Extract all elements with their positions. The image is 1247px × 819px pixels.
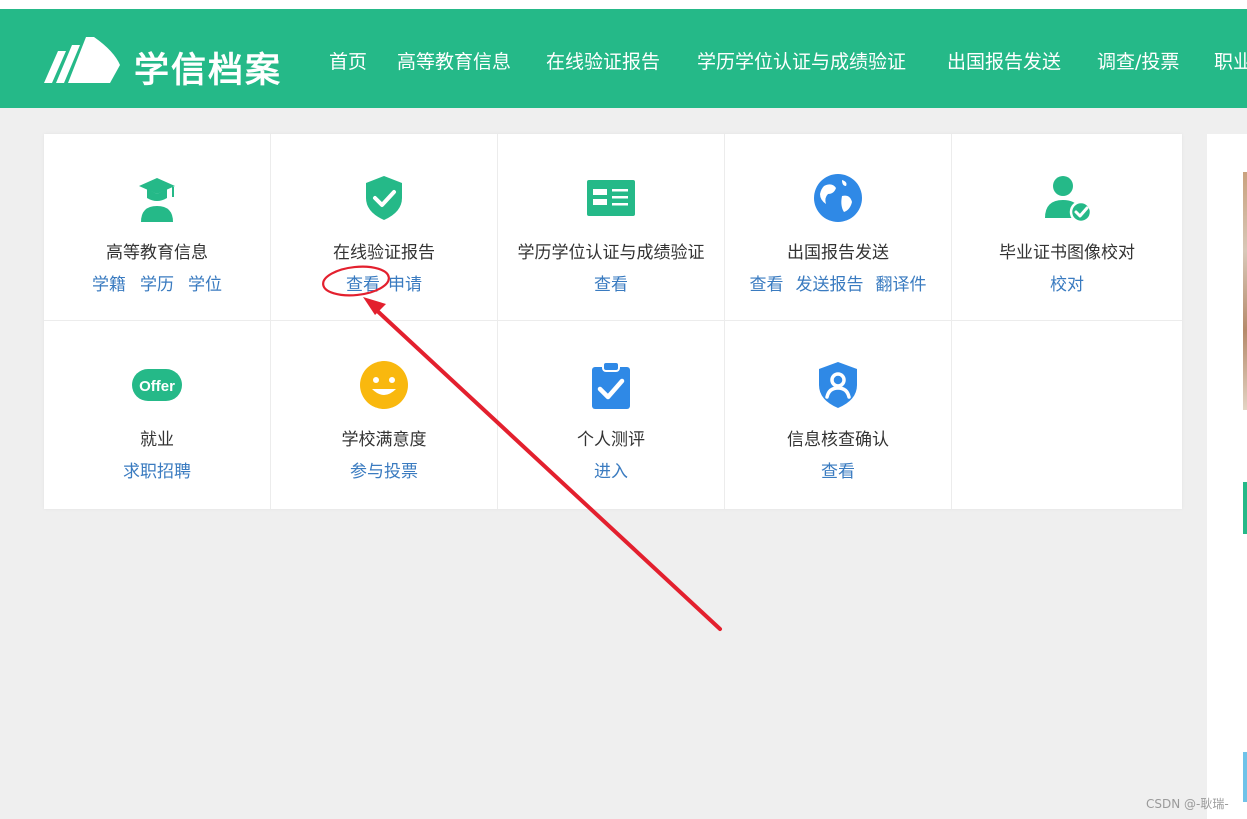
service-title: 就业 — [140, 430, 174, 450]
service-title: 毕业证书图像校对 — [999, 243, 1135, 263]
smiley-icon — [360, 361, 408, 409]
service-title: 学历学位认证与成绩验证 — [517, 243, 705, 263]
brand-title[interactable]: 学信档案 — [134, 42, 282, 93]
service-title: 出国报告发送 — [787, 243, 889, 263]
link-proofread[interactable]: 校对 — [1050, 275, 1084, 295]
service-title: 信息核查确认 — [787, 430, 889, 450]
user-check-icon — [1045, 176, 1093, 224]
offer-icon: Offer — [132, 369, 182, 401]
id-card-icon — [587, 180, 635, 216]
side-banner-image[interactable] — [1243, 172, 1247, 410]
nav-degree-certification[interactable]: 学历学位认证与成绩验证 — [697, 47, 906, 74]
link-view-certification[interactable]: 查看 — [594, 275, 628, 295]
clipboard-check-icon — [592, 361, 630, 409]
service-title: 在线验证报告 — [333, 243, 435, 263]
globe-icon — [814, 174, 862, 222]
shield-check-icon — [366, 176, 402, 220]
graduate-icon — [139, 178, 175, 222]
link-education[interactable]: 学历 — [140, 275, 174, 295]
service-personal-assessment: 个人测评 进入 — [498, 321, 725, 509]
service-school-satisfaction: 学校满意度 参与投票 — [271, 321, 498, 509]
link-apply-report[interactable]: 申请 — [388, 275, 422, 295]
service-abroad-report: 出国报告发送 查看 发送报告 翻译件 — [725, 134, 952, 321]
side-accent-bar — [1243, 482, 1247, 534]
service-online-verification: 在线验证报告 查看 申请 — [271, 134, 498, 321]
link-status[interactable]: 学籍 — [92, 275, 126, 295]
navbar: 学信档案 首页 高等教育信息 在线验证报告 学历学位认证与成绩验证 出国报告发送… — [0, 9, 1247, 108]
svg-text:Offer: Offer — [139, 378, 175, 395]
side-floating-button[interactable] — [1243, 752, 1247, 802]
nav-abroad-report[interactable]: 出国报告发送 — [947, 47, 1061, 74]
service-certificate-image: 毕业证书图像校对 校对 — [952, 134, 1182, 321]
nav-home[interactable]: 首页 — [329, 47, 367, 74]
logo-icon — [44, 37, 120, 83]
nav-online-verification[interactable]: 在线验证报告 — [546, 47, 660, 74]
service-info-confirmation: 信息核查确认 查看 — [725, 321, 952, 509]
service-title: 高等教育信息 — [106, 243, 208, 263]
empty-cell — [952, 321, 1182, 509]
link-view-report[interactable]: 查看 — [346, 275, 380, 295]
service-higher-education: 高等教育信息 学籍 学历 学位 — [44, 134, 271, 321]
nav-survey-vote[interactable]: 调查/投票 — [1097, 47, 1179, 74]
watermark: CSDN @-耿瑞- — [1146, 797, 1229, 811]
side-panel — [1207, 134, 1247, 819]
shield-user-icon — [819, 362, 857, 408]
nav-career[interactable]: 职业 — [1214, 47, 1247, 74]
nav-higher-education[interactable]: 高等教育信息 — [397, 47, 511, 74]
link-view-confirmation[interactable]: 查看 — [821, 462, 855, 482]
link-vote[interactable]: 参与投票 — [350, 462, 418, 482]
service-employment: Offer 就业 求职招聘 — [44, 321, 271, 509]
link-job-recruitment[interactable]: 求职招聘 — [123, 462, 191, 482]
link-translation[interactable]: 翻译件 — [876, 275, 927, 295]
service-degree-certification: 学历学位认证与成绩验证 查看 — [498, 134, 725, 321]
service-title: 学校满意度 — [341, 430, 427, 450]
link-send-report[interactable]: 发送报告 — [796, 275, 864, 295]
service-title: 个人测评 — [577, 430, 645, 450]
link-degree[interactable]: 学位 — [188, 275, 222, 295]
link-enter[interactable]: 进入 — [594, 462, 628, 482]
services-panel: 高等教育信息 学籍 学历 学位 在线验证报告 查看 申请 学历学位认证与成绩验证 查看 — [44, 134, 1182, 509]
link-view-abroad[interactable]: 查看 — [750, 275, 784, 295]
